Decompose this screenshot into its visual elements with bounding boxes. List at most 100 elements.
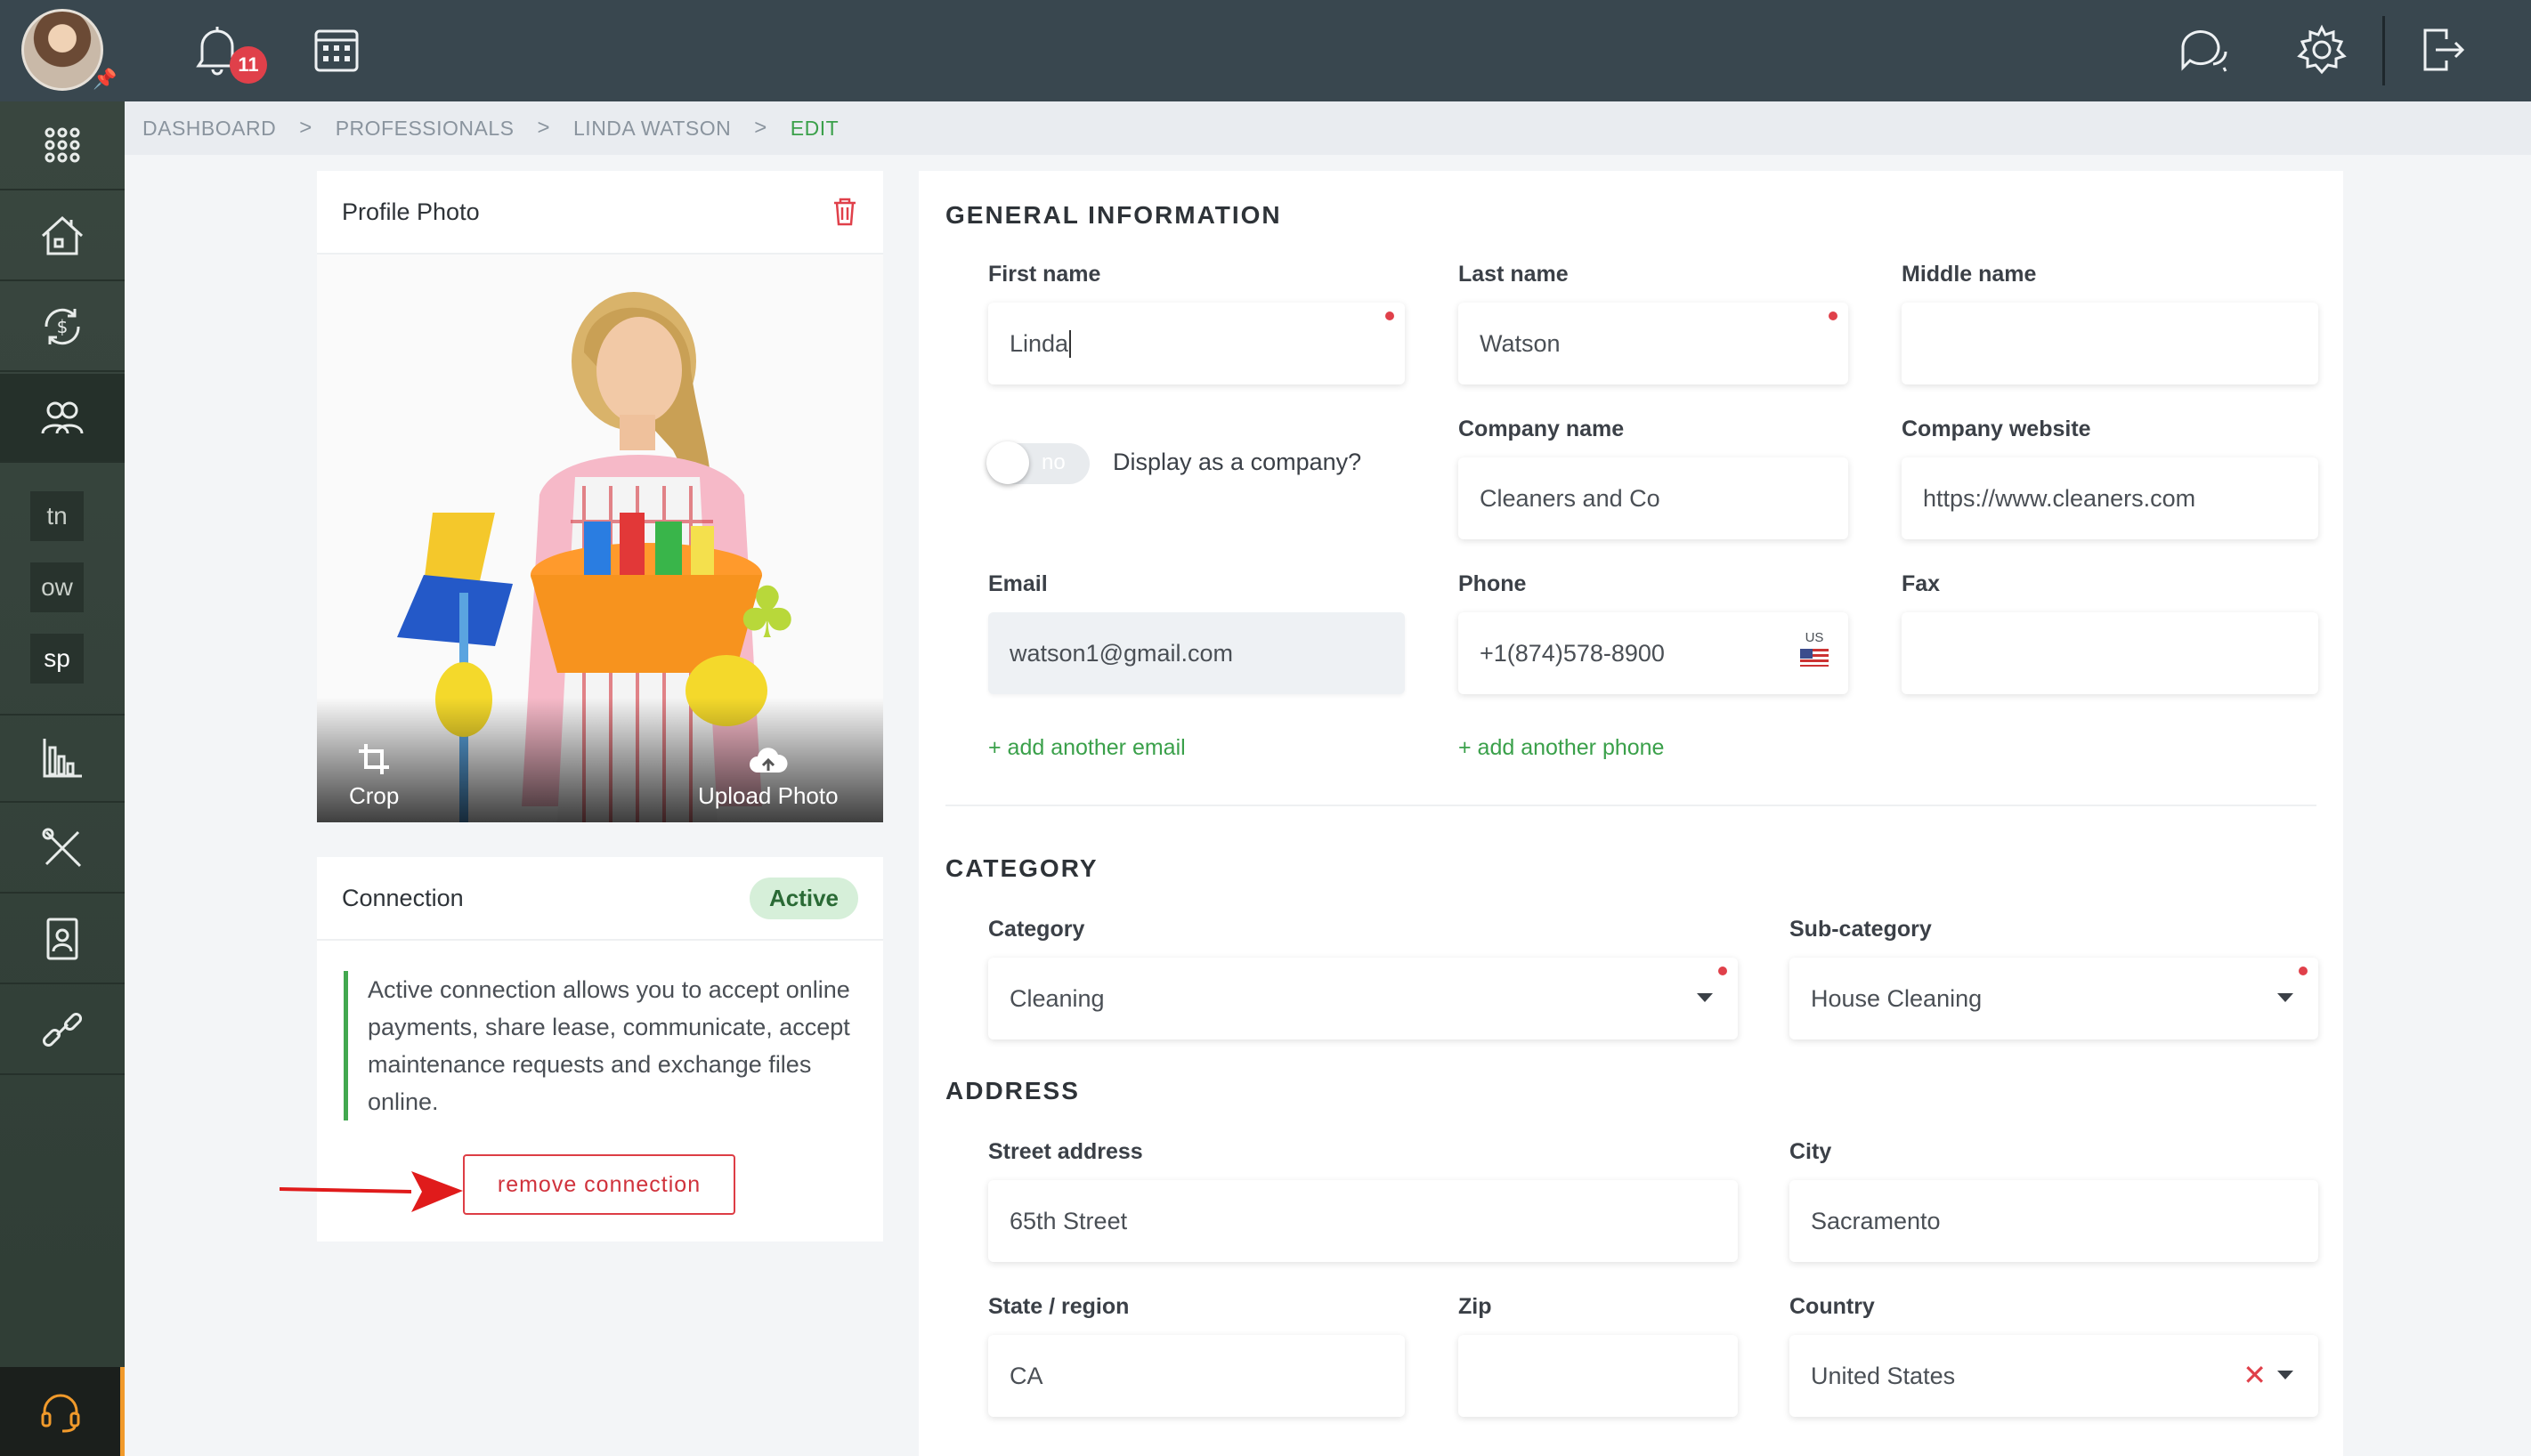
link-icon [42,1012,83,1048]
sidebar-item-documents[interactable] [0,895,125,984]
sidebar-item-integrations[interactable] [0,986,125,1075]
breadcrumb-current-edit: EDIT [790,116,840,140]
phone-label: Phone [1458,571,1527,596]
fax-label: Fax [1902,571,1941,596]
address-title: ADDRESS [945,1077,1080,1104]
required-indicator [1829,311,1837,320]
profile-photo-header: Profile Photo [317,171,883,255]
company-name-label: Company name [1458,417,1625,441]
country-label: Country [1789,1294,1875,1319]
chevron-down-icon [1697,993,1713,1002]
street-address-field[interactable]: 65th Street [988,1180,1738,1262]
profile-photo-card: Profile Photo ♣ Crop Upload Photo [317,171,883,822]
sidebar: 📌 $ tn ow sp [0,0,125,1456]
category-title: CATEGORY [945,854,1099,882]
zip-field[interactable] [1458,1335,1738,1417]
required-indicator [1385,311,1394,320]
calendar-button[interactable] [308,21,365,78]
chat-bubbles-icon [2181,30,2227,72]
phone-field[interactable]: +1(874)578-8900 US [1458,612,1848,694]
display-company-toggle[interactable]: no [986,441,1090,484]
clear-selection-icon[interactable]: ✕ [2243,1358,2267,1392]
gear-icon [2297,24,2347,75]
svg-text:$: $ [57,316,69,337]
breadcrumb-linda-watson[interactable]: LINDA WATSON [573,117,731,141]
toggle-knob [986,441,1029,484]
zip-label: Zip [1458,1294,1492,1319]
middle-name-field[interactable] [1902,303,2318,384]
sidebar-tag-tn[interactable]: tn [30,491,84,541]
company-name-field[interactable]: Cleaners and Co [1458,457,1848,539]
country-flag-selector[interactable]: US [1800,630,1829,667]
top-bar: 11 [125,0,2531,101]
sub-category-select[interactable]: House Cleaning [1789,958,2318,1039]
state-region-field[interactable]: CA [988,1335,1405,1417]
bar-chart-icon [43,739,82,778]
company-website-field[interactable]: https://www.cleaners.com [1902,457,2318,539]
category-select[interactable]: Cleaning [988,958,1738,1039]
crop-icon [359,744,390,774]
contact-card-icon [46,918,78,960]
calendar-icon [314,29,359,72]
middle-name-label: Middle name [1902,262,2037,287]
remove-connection-button[interactable]: remove connection [463,1154,735,1215]
sidebar-item-apps[interactable] [0,101,125,190]
email-field[interactable]: watson1@gmail.com [988,612,1405,694]
notification-count-badge: 11 [230,46,267,84]
first-name-field[interactable]: Linda [988,303,1405,384]
city-value: Sacramento [1811,1207,1941,1234]
chevron-down-icon [2277,993,2293,1002]
first-name-value: Linda [1010,329,1072,358]
messages-button[interactable] [2176,21,2233,78]
add-another-phone-link[interactable]: + add another phone [1458,735,1664,761]
country-select[interactable]: United States ✕ [1789,1335,2318,1417]
last-name-label: Last name [1458,262,1569,287]
street-address-label: Street address [988,1139,1143,1164]
logout-icon [2423,28,2465,71]
phone-value: +1(874)578-8900 [1480,639,1665,667]
breadcrumb-professionals[interactable]: PROFESSIONALS [336,117,515,141]
us-flag-icon [1800,649,1829,667]
city-field[interactable]: Sacramento [1789,1180,2318,1262]
connection-title: Connection [342,884,464,911]
user-avatar[interactable] [21,9,103,91]
grid-dots-icon [45,127,80,163]
section-divider [945,805,2316,806]
profile-photo-title: Profile Photo [342,198,480,225]
state-region-label: State / region [988,1294,1130,1319]
trash-icon[interactable] [831,197,858,227]
connection-header: Connection Active [317,857,883,941]
logout-button[interactable] [2414,21,2471,78]
sidebar-item-people[interactable] [0,374,125,463]
sub-category-value: House Cleaning [1811,984,1983,1012]
crop-button[interactable]: Crop [349,742,399,810]
crop-label: Crop [349,782,400,809]
chevron-down-icon [2277,1371,2293,1379]
topbar-divider [2382,16,2385,85]
street-address-value: 65th Street [1010,1207,1128,1234]
category-label: Category [988,917,1085,942]
sidebar-item-maintenance[interactable] [0,805,125,894]
company-website-label: Company website [1902,417,2091,441]
sidebar-tag-ow[interactable]: ow [30,562,84,612]
sidebar-item-properties[interactable] [0,192,125,281]
sidebar-tag-sp[interactable]: sp [30,634,84,684]
required-indicator [2299,967,2308,975]
breadcrumb-separator: > [299,116,312,140]
settings-button[interactable] [2293,21,2350,78]
add-another-email-link[interactable]: + add another email [988,735,1186,761]
pin-icon[interactable]: 📌 [93,68,117,91]
upload-photo-button[interactable]: Upload Photo [698,746,839,810]
breadcrumb-dashboard[interactable]: DASHBOARD [142,117,276,141]
connection-description: Active connection allows you to accept o… [344,971,860,1120]
profile-photo-image: ♣ Crop Upload Photo [317,255,883,822]
last-name-field[interactable]: Watson [1458,303,1848,384]
fax-field[interactable] [1902,612,2318,694]
tools-icon [42,828,82,868]
sidebar-item-reports[interactable] [0,714,125,803]
email-value: watson1@gmail.com [1010,639,1234,667]
email-label: Email [988,571,1048,596]
users-icon [41,401,84,434]
sidebar-item-payments[interactable]: $ [0,283,125,372]
help-support-button[interactable] [0,1367,125,1456]
